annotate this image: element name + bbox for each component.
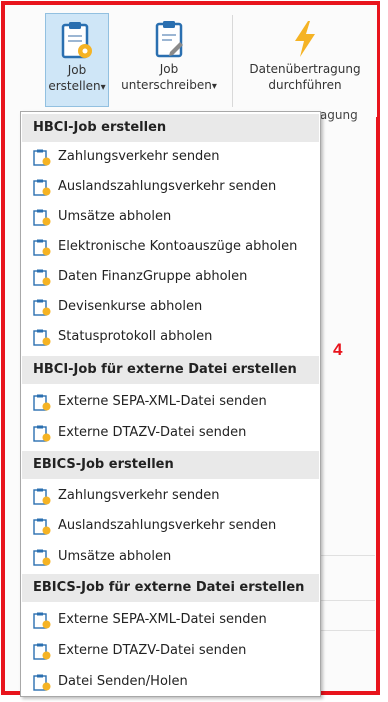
menu-item-label: Zahlungsverkehr senden [58, 488, 220, 503]
clipboard-job-icon [33, 425, 51, 442]
clipboard-job-icon [33, 299, 51, 316]
annotation-number: 4 [333, 340, 343, 359]
menu-item[interactable]: Auslandszahlungsverkehr senden [22, 511, 319, 541]
menu-item-label: Elektronische Kontoauszüge abholen [58, 239, 298, 254]
menu-item[interactable]: Umsätze abholen [22, 202, 319, 232]
datenuebertragung-line2: durchführen [268, 78, 342, 92]
menu-item-label: Externe SEPA-XML-Datei senden [58, 394, 267, 409]
menu-item-label: Externe SEPA-XML-Datei senden [58, 612, 267, 627]
job-erstellen-line2: erstellen [48, 79, 101, 93]
job-erstellen-line1: Job [67, 63, 87, 77]
ribbon-group-label: ragung [315, 108, 358, 122]
menu-item-label: Datei Senden/Holen [58, 674, 188, 689]
ribbon-separator [232, 15, 233, 107]
menu-section-header: EBICS-Job für externe Datei erstellen [22, 574, 319, 602]
menu-item[interactable]: Umsätze abholen [22, 542, 319, 572]
job-unterschreiben-button[interactable]: Job unterschreiben▾ [113, 13, 225, 105]
menu-section-header: HBCI-Job erstellen [22, 114, 319, 142]
clipboard-job-icon [33, 179, 51, 196]
menu-section-header: EBICS-Job erstellen [22, 451, 319, 479]
background-gridline [321, 600, 375, 601]
clipboard-job-icon [33, 269, 51, 286]
clipboard-job-icon [33, 329, 51, 346]
menu-section-header: HBCI-Job für externe Datei erstellen [22, 356, 319, 384]
clipboard-job-icon [33, 612, 51, 629]
menu-item-label: Zahlungsverkehr senden [58, 149, 220, 164]
clipboard-job-icon [33, 488, 51, 505]
menu-item-label: Daten FinanzGruppe abholen [58, 269, 248, 284]
clipboard-job-icon [33, 643, 51, 660]
menu-item[interactable]: Datei Senden/Holen [22, 667, 319, 697]
clipboard-pen-icon [155, 21, 183, 58]
clipboard-job-icon [33, 149, 51, 166]
ribbon: Job erstellen▾ Job unterschreiben▾ Daten… [5, 5, 377, 117]
menu-item[interactable]: Statusprotokoll abholen [22, 322, 319, 352]
menu-item[interactable]: Externe SEPA-XML-Datei senden [22, 605, 319, 635]
menu-item-label: Auslandszahlungsverkehr senden [58, 179, 277, 194]
menu-item[interactable]: Zahlungsverkehr senden [22, 481, 319, 511]
menu-item[interactable]: Externe DTAZV-Datei senden [22, 636, 319, 666]
menu-item-label: Statusprotokoll abholen [58, 329, 213, 344]
menu-item-label: Externe DTAZV-Datei senden [58, 425, 247, 440]
clipboard-job-icon [33, 518, 51, 535]
datenuebertragung-button[interactable]: Datenübertragung durchführen [237, 13, 373, 105]
clipboard-gear-icon [61, 22, 92, 59]
menu-item[interactable]: Externe DTAZV-Datei senden [22, 418, 319, 448]
menu-item-label: Externe DTAZV-Datei senden [58, 643, 247, 658]
menu-item[interactable]: Externe SEPA-XML-Datei senden [22, 387, 319, 417]
clipboard-job-icon [33, 209, 51, 226]
chevron-down-icon: ▾ [211, 81, 217, 92]
menu-item-label: Umsätze abholen [58, 209, 172, 224]
datenuebertragung-line1: Datenübertragung [249, 62, 361, 76]
clipboard-job-icon [33, 394, 51, 411]
background-gridline [321, 630, 375, 631]
chevron-down-icon: ▾ [100, 82, 106, 93]
menu-item[interactable]: Elektronische Kontoauszüge abholen [22, 232, 319, 262]
background-gridline [321, 555, 375, 556]
job-unterschreiben-line1: Job [159, 62, 179, 76]
clipboard-job-icon [33, 239, 51, 256]
menu-item[interactable]: Devisenkurse abholen [22, 292, 319, 322]
menu-item-label: Umsätze abholen [58, 549, 172, 564]
menu-item[interactable]: Auslandszahlungsverkehr senden [22, 172, 319, 202]
menu-item-label: Devisenkurse abholen [58, 299, 203, 314]
clipboard-job-icon [33, 674, 51, 691]
job-erstellen-dropdown-menu: HBCI-Job erstellen Zahlungsverkehr sende… [20, 111, 321, 697]
job-unterschreiben-line2: unterschreiben [121, 78, 212, 92]
menu-item-label: Auslandszahlungsverkehr senden [58, 518, 277, 533]
clipboard-job-icon [33, 549, 51, 566]
menu-item[interactable]: Zahlungsverkehr senden [22, 142, 319, 172]
job-erstellen-button[interactable]: Job erstellen▾ [45, 13, 109, 107]
menu-item[interactable]: Daten FinanzGruppe abholen [22, 262, 319, 292]
lightning-icon [295, 21, 315, 57]
